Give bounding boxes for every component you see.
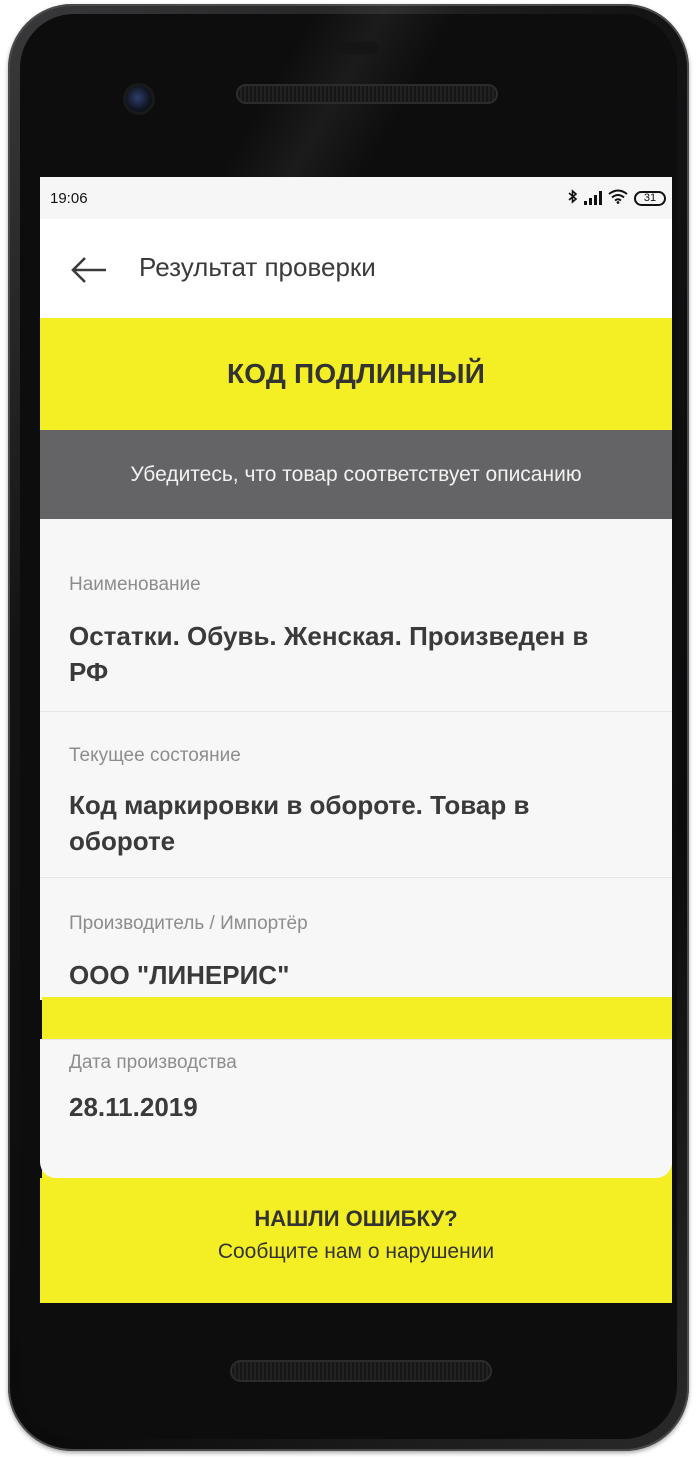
app-bar: Результат проверки — [40, 219, 672, 318]
detail-label: Наименование — [69, 574, 201, 595]
battery-icon: 31 — [634, 190, 666, 206]
earpiece-speaker — [236, 84, 498, 104]
detail-date: Дата производства 28.11.2019 — [40, 1039, 672, 1163]
signal-icon — [584, 191, 602, 205]
detail-label: Дата производства — [69, 1052, 237, 1073]
detail-value: ООО "ЛИНЕРИС" — [69, 960, 290, 990]
status-bar: 19:06 31 — [40, 177, 672, 219]
product-details: Наименование Остатки. Обувь. Женская. Пр… — [40, 519, 672, 1000]
hint-bar: Убедитесь, что товар соответствует описа… — [40, 430, 672, 519]
bluetooth-icon — [568, 188, 578, 208]
status-icons: 31 — [568, 188, 666, 208]
report-section[interactable]: НАШЛИ ОШИБКУ? Сообщите нам о нарушении — [40, 1178, 672, 1303]
details-card-bottom — [40, 1162, 672, 1178]
detail-state: Текущее состояние Код маркировки в оборо… — [40, 711, 672, 878]
detail-label: Производитель / Импортёр — [69, 913, 308, 934]
status-time: 19:06 — [50, 189, 88, 207]
report-subtitle[interactable]: Сообщите нам о нарушении — [40, 1240, 672, 1264]
detail-label: Текущее состояние — [69, 745, 241, 766]
app-screen: 19:06 31 Результат проверки КОД ПОДЛИННЫ… — [40, 177, 672, 1000]
detail-name: Наименование Остатки. Обувь. Женская. Пр… — [40, 519, 672, 712]
proximity-sensor — [338, 42, 378, 54]
detail-producer: Производитель / Импортёр ООО "ЛИНЕРИС" — [40, 877, 672, 1000]
detail-value: 28.11.2019 — [69, 1092, 198, 1122]
result-banner: КОД ПОДЛИННЫЙ — [40, 318, 672, 430]
front-camera — [126, 86, 152, 112]
result-status: КОД ПОДЛИННЫЙ — [226, 358, 486, 389]
bottom-speaker — [230, 1360, 492, 1382]
page-title: Результат проверки — [139, 252, 376, 282]
detail-value: Остатки. Обувь. Женская. Произведен в РФ — [69, 621, 589, 687]
arrow-left-icon[interactable] — [70, 255, 108, 285]
report-title[interactable]: НАШЛИ ОШИБКУ? — [40, 1206, 672, 1232]
hint-text: Убедитесь, что товар соответствует описа… — [130, 462, 582, 486]
wifi-icon — [608, 189, 628, 208]
detail-value: Код маркировки в обороте. Товар в оборот… — [69, 790, 530, 856]
